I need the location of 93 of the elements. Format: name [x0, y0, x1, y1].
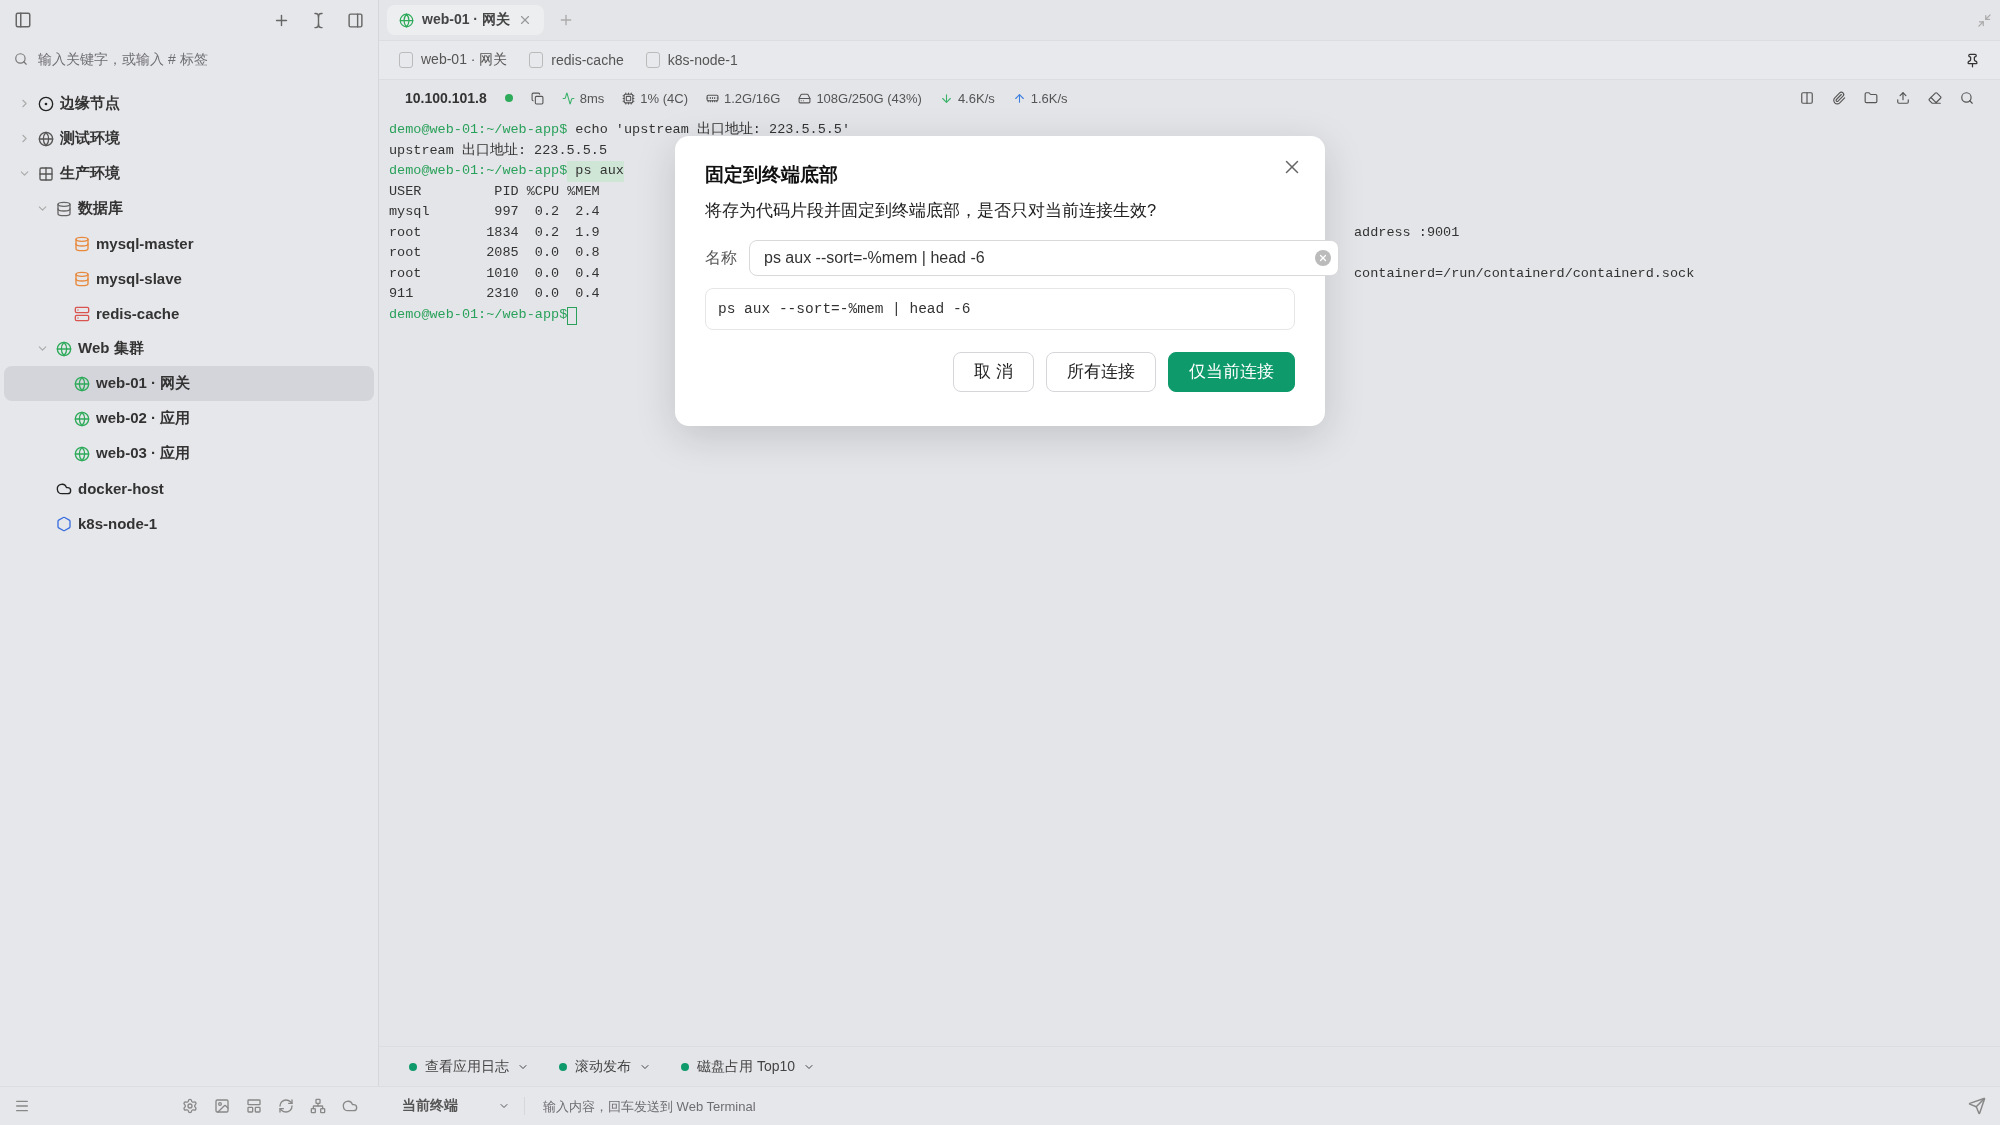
status-dot: [681, 1063, 689, 1071]
cpu-icon: [622, 91, 636, 105]
status-dot: [559, 1063, 567, 1071]
terminal-output: root 1834 0.2 1.9: [389, 223, 600, 242]
terminal-output: root 1010 0.0 0.4: [389, 264, 600, 283]
terminal-command: ps aux: [567, 161, 624, 182]
download-icon: [939, 91, 953, 105]
send-icon[interactable]: [1968, 1097, 1986, 1115]
network-icon[interactable]: [310, 1098, 326, 1114]
eraser-icon[interactable]: [1928, 91, 1942, 105]
server-icon: [74, 305, 90, 322]
dialog-button[interactable]: 取 消: [953, 352, 1034, 392]
tree-item[interactable]: mysql-master: [4, 226, 374, 261]
upload-icon: [1012, 91, 1026, 105]
globe-icon: [74, 410, 90, 427]
terminal-prompt: demo@web-01:~/web-app$: [389, 305, 568, 324]
node-icon: [38, 95, 54, 112]
terminal-output: containerd=/run/containerd/containerd.sock: [1354, 264, 1695, 283]
grid-icon: [38, 165, 54, 182]
refresh-icon[interactable]: [278, 1098, 294, 1114]
panel-icon[interactable]: [347, 11, 364, 29]
tree-item[interactable]: 测试环境: [4, 121, 374, 156]
tree-item[interactable]: web-01 · 网关: [4, 366, 374, 401]
copy-icon[interactable]: [530, 91, 544, 105]
dialog-title: 固定到终端底部: [705, 163, 839, 187]
globe-icon: [56, 340, 72, 357]
command-input[interactable]: 输入内容，回车发送到 Web Terminal: [541, 1097, 1952, 1115]
pinned-snippet[interactable]: 磁盘占用 Top10: [681, 1058, 816, 1076]
status-metric: 1.2G/16G: [706, 90, 781, 106]
terminal-output: root 2085 0.0 0.8: [389, 244, 600, 262]
status-metric: 108G/250G (43%): [798, 90, 922, 106]
cloud-icon[interactable]: [342, 1098, 358, 1114]
tree-item[interactable]: web-03 · 应用: [4, 436, 374, 471]
image-icon[interactable]: [214, 1098, 230, 1114]
search-icon: [14, 52, 28, 66]
terminal-output: address :9001: [1354, 223, 1460, 242]
sidebar-toggle-icon[interactable]: [14, 11, 32, 29]
tree-item[interactable]: web-02 · 应用: [4, 401, 374, 436]
pinned-snippet[interactable]: 查看应用日志: [409, 1058, 529, 1076]
database-icon: [56, 200, 72, 217]
recent-connection[interactable]: redis-cache: [529, 52, 624, 68]
globe-icon: [74, 445, 90, 462]
terminal-tab[interactable]: web-01 · 网关: [387, 5, 544, 35]
select-value: 当前终端: [402, 1097, 458, 1115]
recent-connection[interactable]: k8s-node-1: [645, 52, 738, 68]
name-label: 名称: [705, 247, 737, 268]
tree-item[interactable]: k8s-node-1: [4, 506, 374, 541]
name-field[interactable]: ps aux --sort=-%mem | head -6: [749, 240, 1339, 276]
settings-icon[interactable]: [182, 1098, 198, 1114]
search-icon[interactable]: [1960, 91, 1974, 105]
tree-item[interactable]: Web 集群: [4, 331, 374, 366]
menu-icon[interactable]: [14, 1098, 30, 1114]
hexagon-icon: [56, 515, 72, 532]
layout-icon[interactable]: [246, 1098, 262, 1114]
pinned-snippet[interactable]: 滚动发布: [559, 1058, 651, 1076]
globe-icon: [399, 12, 414, 28]
terminal-output: mysql 997 0.2 2.4: [389, 203, 600, 221]
dialog-message: 将存为代码片段并固定到终端底部，是否只对当前连接生效?: [705, 200, 1158, 221]
terminal-prompt: demo@web-01:~/web-app$: [389, 162, 568, 180]
tree-item[interactable]: redis-cache: [4, 296, 374, 331]
globe-icon: [74, 375, 90, 392]
host-address: 10.100.101.8: [405, 90, 487, 106]
database-icon: [74, 270, 90, 287]
status-metric: 4.6K/s: [939, 90, 995, 106]
terminal-output: USER PID %CPU %MEM: [389, 182, 600, 201]
command-preview: ps aux --sort=-%mem | head -6: [705, 288, 1295, 330]
pin-icon[interactable]: [1965, 52, 1980, 68]
dialog-button[interactable]: 所有连接: [1046, 352, 1156, 392]
status-dot: [409, 1063, 417, 1071]
tree-item[interactable]: 生产环境: [4, 156, 374, 191]
database-icon: [74, 235, 90, 252]
globe-icon: [38, 130, 54, 147]
pulse-icon: [561, 91, 575, 105]
terminal-output: 911 2310 0.0 0.4: [389, 285, 600, 303]
upload-icon[interactable]: [1896, 91, 1910, 105]
tree-item[interactable]: mysql-slave: [4, 261, 374, 296]
paperclip-icon[interactable]: [1832, 91, 1846, 105]
search-field[interactable]: 输入关键字，或输入 # 标签: [36, 50, 364, 68]
status-metric: 1% (4C): [622, 90, 688, 106]
status-metric: 1.6K/s: [1012, 90, 1068, 106]
online-dot: [504, 94, 513, 102]
recent-connection[interactable]: web-01 · 网关: [399, 51, 508, 69]
tree-item[interactable]: 边缘节点: [4, 86, 374, 121]
split-icon[interactable]: [1800, 91, 1814, 105]
tree-item[interactable]: docker-host: [4, 471, 374, 506]
folder-icon[interactable]: [1864, 91, 1878, 105]
terminal-output: upstream 出口地址: 223.5.5.5: [389, 141, 608, 160]
collapse-icon[interactable]: [1977, 12, 1992, 28]
terminal-command: echo 'upstream 出口地址: 223.5.5.5': [574, 120, 851, 139]
terminal-prompt: demo@web-01:~/web-app$: [389, 121, 568, 139]
status-metric: 8ms: [561, 90, 605, 106]
tree-item[interactable]: 数据库: [4, 191, 374, 226]
primary-button[interactable]: 仅当前连接: [1168, 352, 1295, 392]
